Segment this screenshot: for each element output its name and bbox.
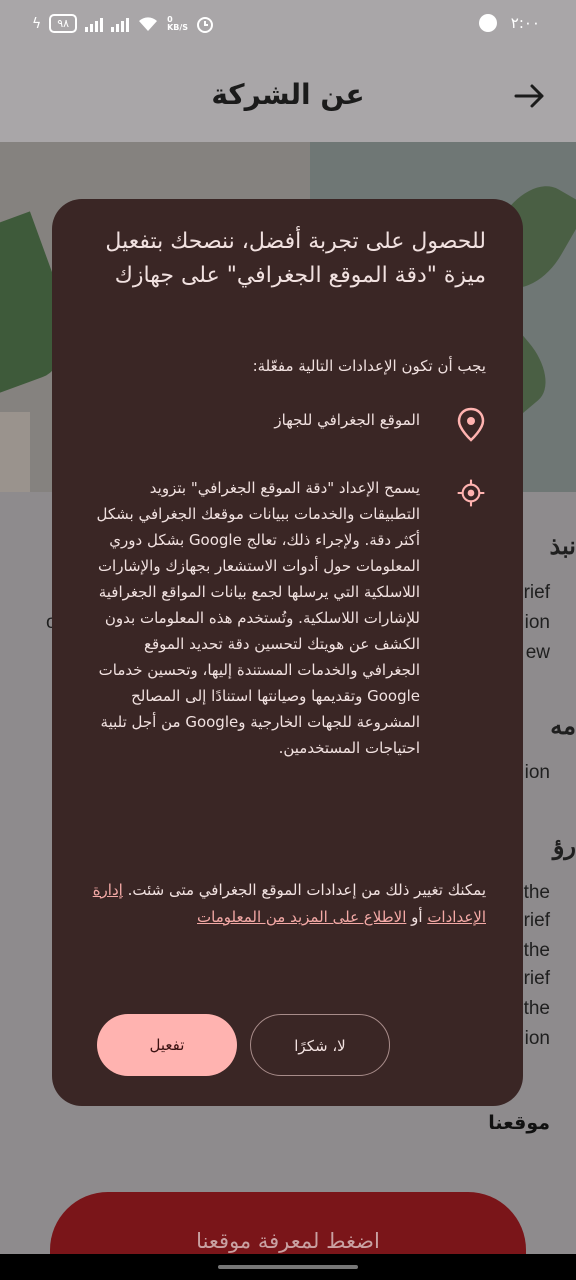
footer-text: يمكنك تغيير ذلك من إعدادات الموقع الجغرا… <box>122 881 486 899</box>
app-notification-icon <box>478 14 497 32</box>
background-fragment: ew <box>525 642 550 663</box>
dialog-title: للحصول على تجربة أفضل، ننصحك بتفعيل ميزة… <box>105 229 486 288</box>
dialog-footer: يمكنك تغيير ذلك من إعدادات الموقع الجغرا… <box>86 877 486 931</box>
setting-device-location: الموقع الجغرافي للجهاز <box>86 407 486 443</box>
back-arrow-icon[interactable] <box>512 78 548 114</box>
background-fragment: مه <box>550 713 576 740</box>
background-fragment: ion <box>524 1028 550 1049</box>
setting-location-accuracy: يسمح الإعداد "دقة الموقع الجغرافي" بتزوي… <box>86 475 486 761</box>
status-icons: ϟ ٩٨ 0 KB/S <box>32 14 214 33</box>
signal-icon-2 <box>111 16 130 32</box>
network-speed: 0 KB/S <box>167 15 189 32</box>
decline-button[interactable]: لا، شكرًا <box>250 1014 390 1076</box>
background-fragment: the <box>523 998 550 1019</box>
footer-connector: أو <box>406 908 428 926</box>
status-right: ٢:٠٠ <box>478 14 540 32</box>
background-fragment: rief <box>523 910 550 931</box>
clock: ٢:٠٠ <box>510 14 540 32</box>
system-nav-bar <box>0 1254 576 1280</box>
location-pin-icon <box>457 407 485 442</box>
setting-label: الموقع الجغرافي للجهاز <box>274 411 420 429</box>
battery-icon: ٩٨ <box>49 14 78 33</box>
speed-unit: KB/S <box>167 22 189 32</box>
app-bar: عن الشركة <box>0 52 576 142</box>
page-title: عن الشركة <box>211 78 365 111</box>
home-handle[interactable] <box>218 1265 358 1269</box>
background-fragment: ion <box>524 762 550 783</box>
gps-target-icon <box>457 479 485 507</box>
location-accuracy-dialog: للحصول على تجربة أفضل، ننصحك بتفعيل ميزة… <box>52 199 523 1106</box>
background-fragment: رؤ <box>552 833 576 860</box>
wifi-icon <box>139 16 158 31</box>
background-fragment: rief <box>523 968 550 989</box>
alarm-icon <box>197 16 214 33</box>
location-heading: موقعنا <box>488 1112 550 1134</box>
signal-icon <box>85 16 104 32</box>
status-bar: ϟ ٩٨ 0 KB/S ٢:٠٠ <box>0 0 576 52</box>
learn-more-link[interactable]: الاطلاع على المزيد من المعلومات <box>197 908 406 926</box>
vase <box>0 412 30 492</box>
setting-description: يسمح الإعداد "دقة الموقع الجغرافي" بتزوي… <box>96 479 420 757</box>
background-fragment: rief <box>523 582 550 603</box>
background-fragment: the <box>523 940 550 961</box>
charging-icon: ϟ <box>32 15 42 32</box>
background-fragment: ion <box>524 612 550 633</box>
dialog-subtitle: يجب أن تكون الإعدادات التالية مفعّلة: <box>252 357 486 375</box>
background-fragment: the <box>523 882 550 903</box>
background-fragment: نبذ <box>549 533 576 560</box>
enable-button[interactable]: تفعيل <box>97 1014 237 1076</box>
